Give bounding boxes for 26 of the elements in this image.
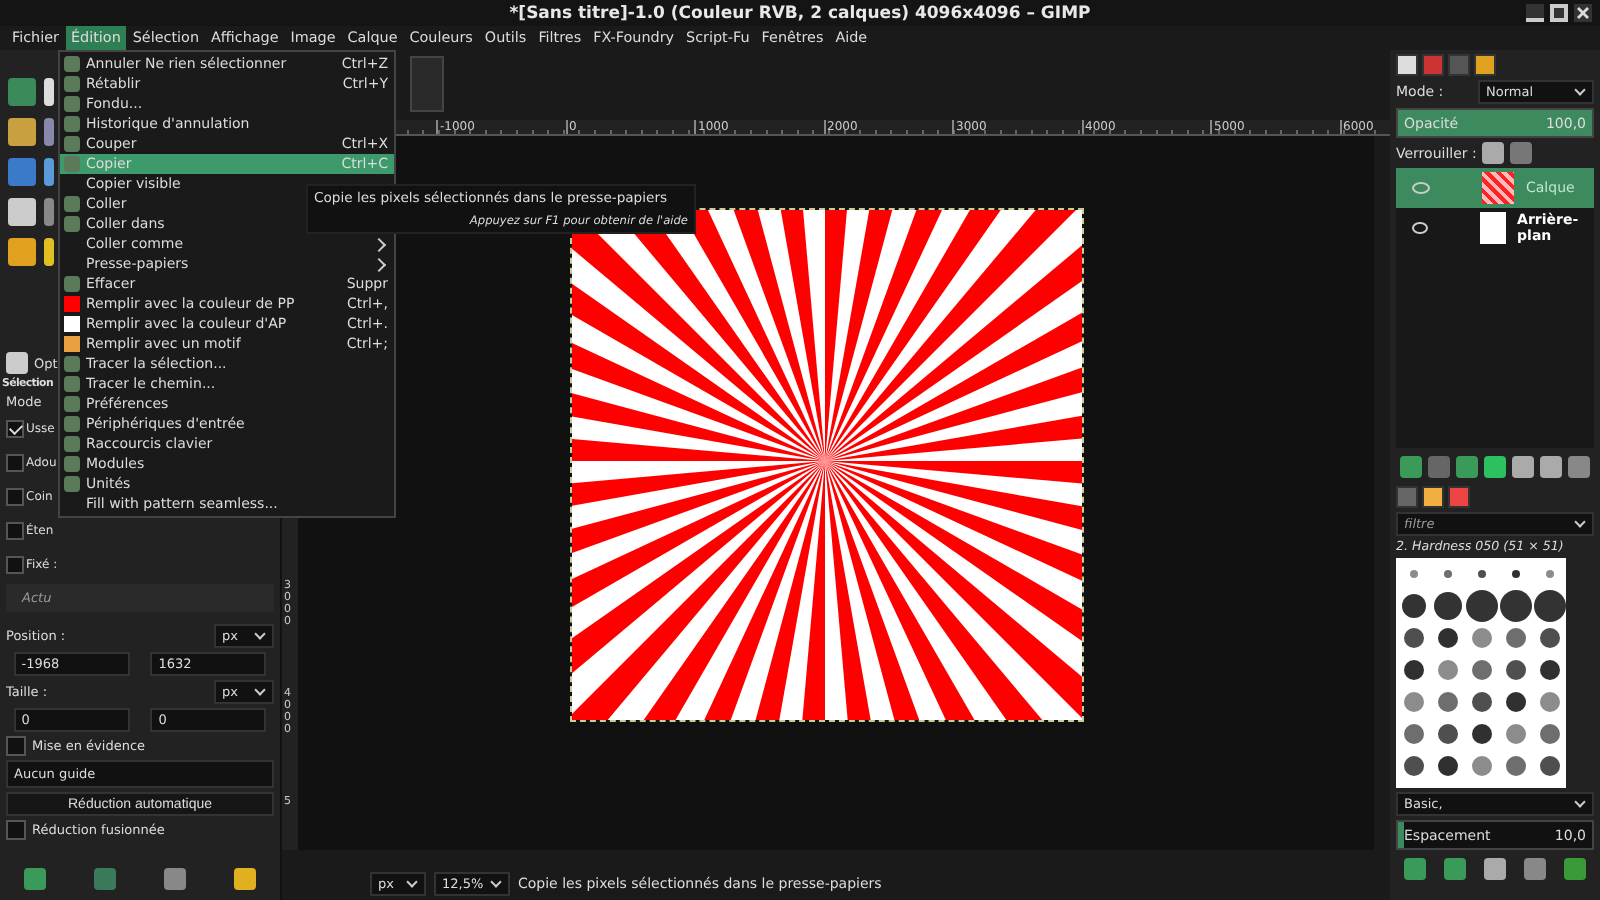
menu-icon <box>64 276 80 292</box>
eye-icon[interactable] <box>1412 222 1428 234</box>
maximize-icon[interactable] <box>1550 4 1568 22</box>
checkbox[interactable] <box>6 820 26 840</box>
vertical-scrollbar[interactable] <box>1374 136 1390 850</box>
checkbox[interactable] <box>6 488 24 506</box>
window-title: *[Sans titre]-1.0 (Couleur RVB, 2 calques) 4096x4096 – GIMP <box>509 3 1091 23</box>
close-icon[interactable] <box>1574 4 1592 22</box>
checkbox[interactable] <box>6 420 24 438</box>
checkbox[interactable] <box>6 736 26 756</box>
checkbox[interactable] <box>6 556 24 574</box>
tool-icon[interactable] <box>44 78 54 106</box>
layer-thumbnail <box>1482 172 1514 204</box>
tool-icon[interactable] <box>44 198 54 226</box>
dock-tab[interactable] <box>1396 54 1418 76</box>
minimize-icon[interactable] <box>1526 4 1544 22</box>
dock-tab[interactable] <box>1422 486 1444 508</box>
tool-icon[interactable] <box>44 238 54 266</box>
brush-grid[interactable] <box>1396 558 1566 788</box>
layer-thumbnail <box>1479 212 1506 244</box>
dock-tab[interactable] <box>1474 54 1496 76</box>
tool-options-icon <box>6 352 28 374</box>
tool-icon[interactable] <box>44 118 54 146</box>
tool-icon[interactable] <box>44 158 54 186</box>
checkbox[interactable] <box>6 522 24 540</box>
checkbox[interactable] <box>6 454 24 472</box>
